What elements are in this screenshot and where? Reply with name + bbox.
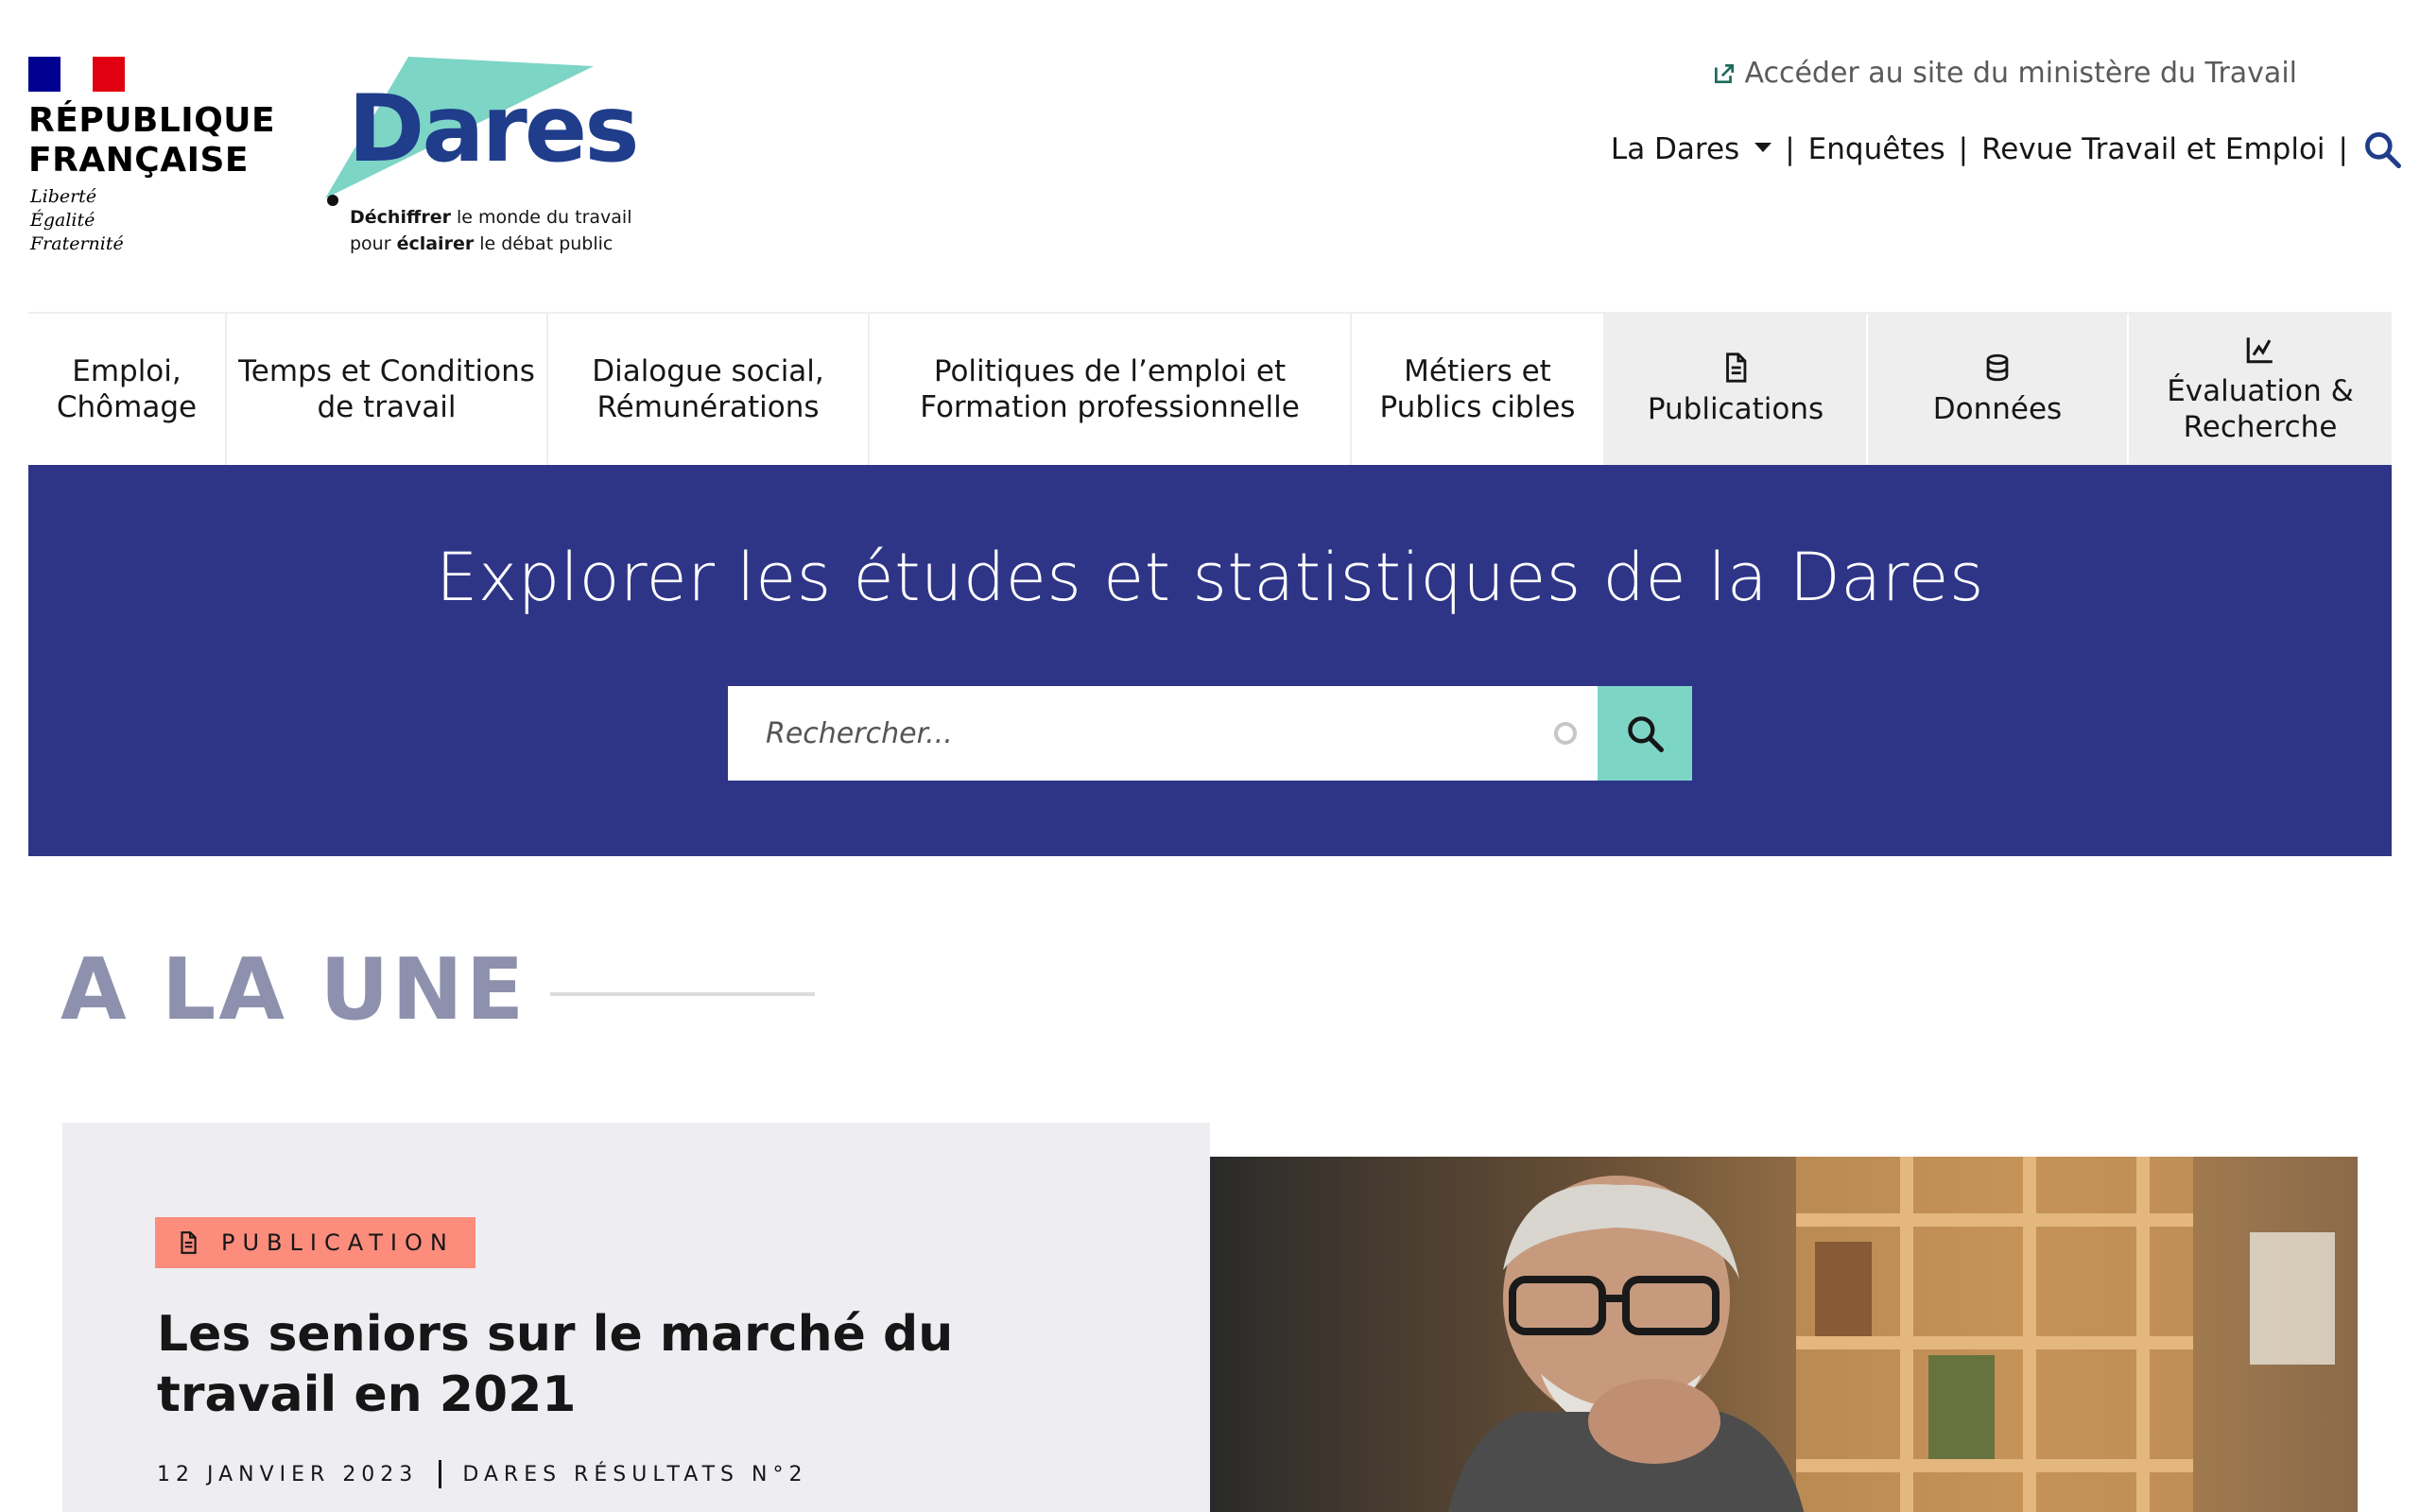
nav-evaluation-recherche[interactable]: Évaluation & Recherche xyxy=(2129,314,2392,465)
nav-label: Données xyxy=(1932,392,2063,426)
top-nav-revue[interactable]: Revue Travail et Emploi xyxy=(1972,132,2334,166)
rf-motto-2: Égalité xyxy=(30,210,95,231)
nav-donnees[interactable]: Données xyxy=(1868,314,2129,465)
rf-name-line2: FRANÇAISE xyxy=(28,141,249,180)
nav-label: Publics cibles xyxy=(1379,390,1576,424)
nav-label: Dialogue social, xyxy=(592,354,824,388)
nav-metiers-publics[interactable]: Métiers et Publics cibles xyxy=(1352,314,1605,465)
document-icon xyxy=(181,1231,197,1254)
external-link-label: Accéder au site du ministère du Travail xyxy=(1744,57,2297,90)
publication-badge: PUBLICATION xyxy=(155,1217,475,1268)
hero-search-banner: Explorer les études et statistiques de l… xyxy=(28,465,2392,856)
nav-label: Évaluation & xyxy=(2167,374,2354,408)
rf-motto-3: Fraternité xyxy=(30,233,124,254)
republique-francaise-logo[interactable]: RÉPUBLIQUE FRANÇAISE Liberté Égalité Fra… xyxy=(28,57,275,265)
senior-man-photo xyxy=(1210,1157,2358,1512)
chevron-down-icon xyxy=(1754,142,1772,152)
rf-motto: Liberté Égalité Fraternité xyxy=(30,185,124,256)
chart-line-icon xyxy=(2246,337,2273,364)
nav-label: Métiers et xyxy=(1404,354,1551,388)
nav-label: Formation professionnelle xyxy=(920,390,1300,424)
nav-label: Politiques de l’emploi et xyxy=(933,354,1287,388)
card-series: DARES RÉSULTATS N°2 xyxy=(462,1462,808,1486)
nav-label: Emploi, xyxy=(72,354,182,388)
nav-temps-conditions[interactable]: Temps et Conditions de travail xyxy=(227,314,548,465)
top-nav-enquetes[interactable]: Enquêtes xyxy=(1799,132,1955,166)
marianne-flag-icon xyxy=(28,57,125,92)
search-button[interactable] xyxy=(1598,686,1692,781)
top-nav-separator: | xyxy=(2338,132,2348,166)
heading-divider xyxy=(550,992,815,996)
nav-politiques-emploi[interactable]: Politiques de l’emploi et Formation prof… xyxy=(870,314,1352,465)
tagline-pre-2: pour xyxy=(350,233,397,254)
tagline-rest-1: le monde du travail xyxy=(450,207,632,228)
tagline-bold-1: Déchiffrer xyxy=(350,207,451,228)
tagline-bold-2: éclairer xyxy=(396,233,475,254)
a-la-une-heading: A LA UNE xyxy=(60,940,527,1040)
dares-wordmark: Dares xyxy=(348,76,640,183)
main-nav: Emploi, Chômage Temps et Conditions de t… xyxy=(28,312,2392,465)
card-text-panel: PUBLICATION Les seniors sur le marché du… xyxy=(62,1123,1210,1512)
top-nav-separator: | xyxy=(1785,132,1795,166)
search-loading-icon xyxy=(1554,722,1577,745)
nav-label: Rémunérations xyxy=(596,390,820,424)
search-icon[interactable] xyxy=(2361,129,2403,170)
top-nav-separator: | xyxy=(1958,132,1969,166)
external-link-icon xyxy=(1715,63,1735,83)
nav-emploi-chomage[interactable]: Emploi, Chômage xyxy=(28,314,227,465)
top-nav: La Dares | Enquêtes | Revue Travail et E… xyxy=(1601,129,2403,170)
featured-publication-card[interactable]: PUBLICATION Les seniors sur le marché du… xyxy=(62,1123,2358,1512)
nav-label: Publications xyxy=(1647,392,1824,426)
tagline-rest-2: le débat public xyxy=(474,233,614,254)
dares-tagline: Déchiffrer le monde du travail pour écla… xyxy=(350,204,632,257)
card-date: 12 JANVIER 2023 xyxy=(157,1462,419,1486)
nav-label: Recherche xyxy=(2183,410,2338,444)
nav-label: de travail xyxy=(317,390,457,424)
site-header: RÉPUBLIQUE FRANÇAISE Liberté Égalité Fra… xyxy=(0,0,2420,312)
rf-name-line1: RÉPUBLIQUE xyxy=(28,101,276,140)
top-nav-la-dares[interactable]: La Dares xyxy=(1601,132,1781,166)
card-title[interactable]: Les seniors sur le marché du travail en … xyxy=(157,1304,1140,1425)
ministere-external-link[interactable]: Accéder au site du ministère du Travail xyxy=(1712,57,2297,90)
search-icon xyxy=(1628,716,1664,752)
rf-motto-1: Liberté xyxy=(30,186,97,207)
nav-label: Chômage xyxy=(56,390,198,424)
nav-publications[interactable]: Publications xyxy=(1605,314,1868,465)
dares-logo[interactable]: Dares Déchiffrer le monde du travail pou… xyxy=(321,55,640,263)
meta-divider xyxy=(439,1460,442,1488)
nav-dialogue-social[interactable]: Dialogue social, Rémunérations xyxy=(548,314,870,465)
rf-name: RÉPUBLIQUE FRANÇAISE xyxy=(28,101,275,180)
database-icon xyxy=(1986,353,2009,382)
document-icon xyxy=(1726,352,1747,383)
search-input[interactable] xyxy=(728,686,1598,781)
badge-label: PUBLICATION xyxy=(221,1229,455,1256)
card-photo xyxy=(1210,1157,2358,1512)
search-box xyxy=(728,686,1598,781)
top-nav-la-dares-label: La Dares xyxy=(1610,132,1740,166)
hero-title: Explorer les études et statistiques de l… xyxy=(436,539,1984,616)
card-meta: 12 JANVIER 2023 DARES RÉSULTATS N°2 xyxy=(157,1460,807,1488)
nav-label: Temps et Conditions xyxy=(238,354,535,388)
